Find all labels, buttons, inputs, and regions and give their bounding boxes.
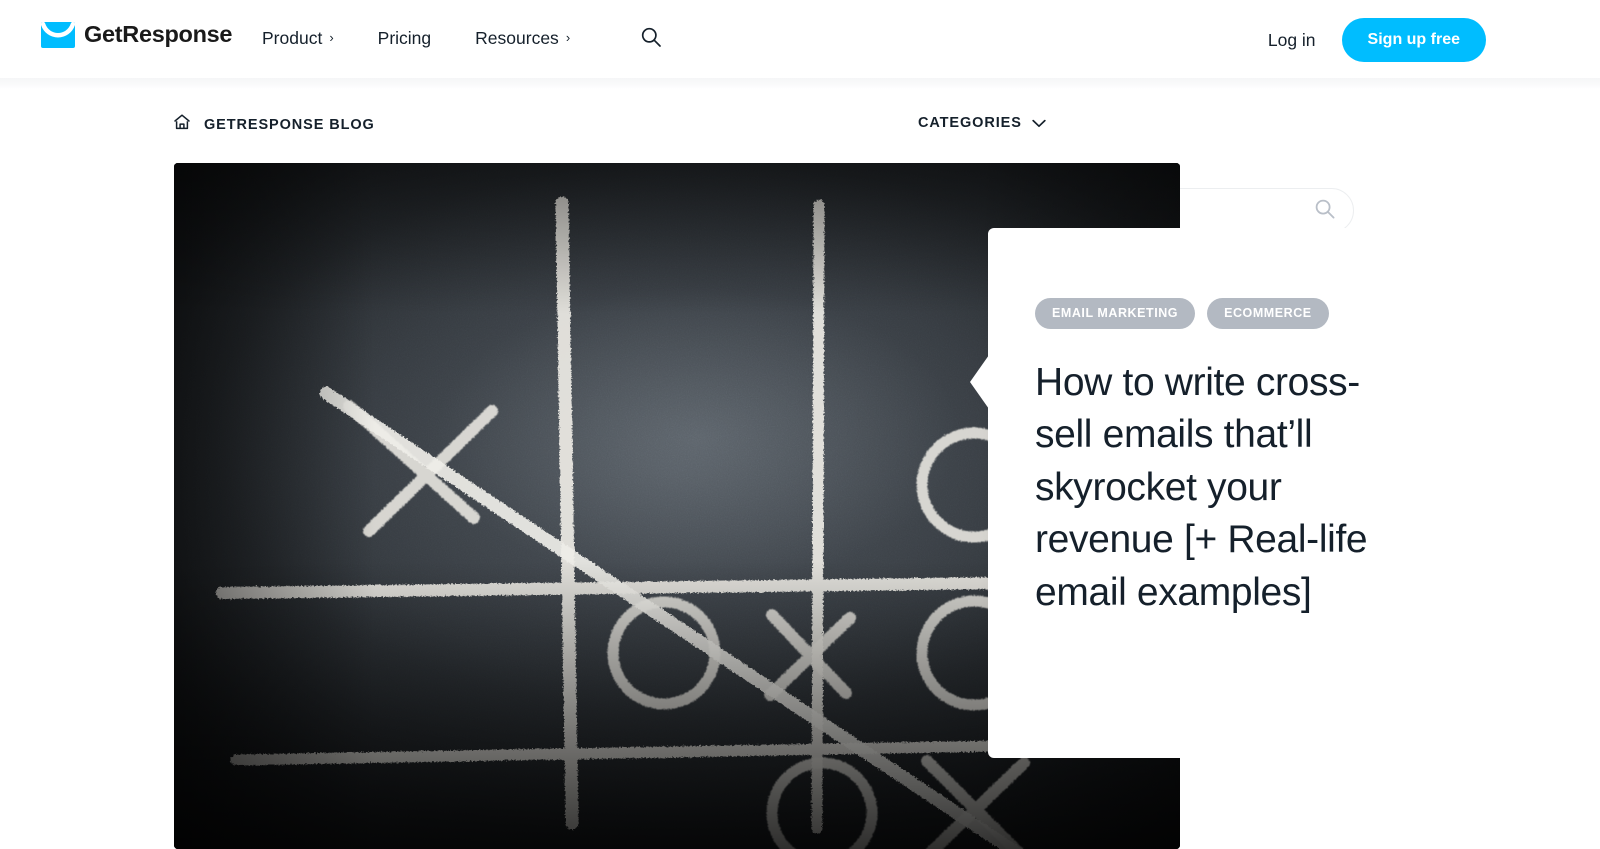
nav-search-button[interactable] (637, 25, 664, 52)
top-navigation-bar: GetResponse Product › Pricing Resources … (0, 0, 1600, 78)
article-title-link[interactable]: How to write cross-sell emails that’ll s… (1035, 357, 1380, 620)
categories-label: CATEGORIES (918, 115, 1022, 131)
nav-item-pricing-label: Pricing (377, 28, 432, 48)
nav-item-resources[interactable]: Resources › (475, 23, 570, 54)
article-tag-list: EMAIL MARKETING ECOMMERCE (1035, 298, 1380, 329)
blog-sub-navigation-bar: GETRESPONSE BLOG CATEGORIES (0, 89, 1600, 233)
article-tag-ecommerce[interactable]: ECOMMERCE (1207, 298, 1329, 329)
nav-item-product[interactable]: Product › (262, 23, 334, 54)
article-tag-email-marketing[interactable]: EMAIL MARKETING (1035, 298, 1196, 329)
home-icon (173, 113, 191, 136)
search-icon (640, 26, 662, 51)
chevron-down-icon (1032, 116, 1046, 131)
breadcrumb-label: GETRESPONSE BLOG (204, 116, 375, 133)
article-card-content: EMAIL MARKETING ECOMMERCE How to write c… (1035, 298, 1380, 619)
nav-item-pricing[interactable]: Pricing (378, 23, 432, 54)
brand-logo-link[interactable]: GetResponse (41, 21, 233, 48)
blog-landing-page: GetResponse Product › Pricing Resources … (0, 0, 1600, 849)
breadcrumb[interactable]: GETRESPONSE BLOG (173, 113, 375, 136)
chevron-right-icon: › (329, 29, 334, 45)
featured-article-card: EMAIL MARKETING ECOMMERCE How to write c… (970, 228, 1600, 758)
signup-free-button[interactable]: Sign up free (1341, 18, 1486, 62)
blogbar-top-shade (0, 78, 1600, 89)
categories-dropdown-button[interactable]: CATEGORIES (918, 115, 1046, 131)
nav-actions: Log in Sign up free (1268, 18, 1486, 62)
nav-item-product-label: Product (262, 28, 323, 48)
search-submit-button[interactable] (1313, 199, 1337, 223)
search-icon (1314, 198, 1336, 223)
envelope-logo-icon (41, 22, 75, 48)
card-pointer-notch (970, 355, 989, 409)
brand-name: GetResponse (84, 21, 233, 48)
login-link[interactable]: Log in (1268, 30, 1316, 51)
primary-nav: Product › Pricing Resources › (262, 23, 570, 54)
nav-item-resources-label: Resources (475, 28, 559, 48)
chevron-right-icon: › (565, 29, 571, 45)
